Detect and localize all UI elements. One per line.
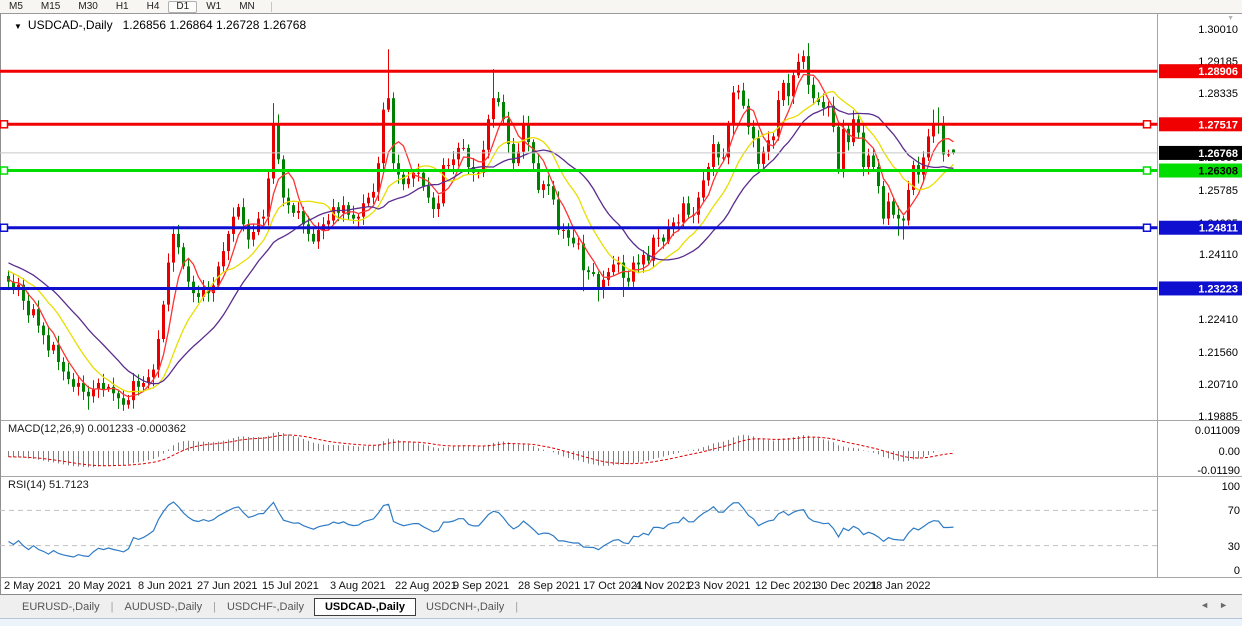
svg-text:1.28906: 1.28906 [1198,66,1238,78]
svg-text:17 Oct 2021: 17 Oct 2021 [583,580,643,592]
price-chart-canvas[interactable]: 1.274851.266601.249351.232601.300101.291… [0,13,1242,594]
chart-window: 1.274851.266601.249351.232601.300101.291… [0,13,1242,594]
svg-text:1.21560: 1.21560 [1198,347,1238,359]
svg-text:0.011009: 0.011009 [1195,425,1240,437]
tab-scroll-left-icon[interactable]: ◄ [1200,600,1219,610]
svg-text:1.19885: 1.19885 [1198,411,1238,423]
price-badge-1.27517: 1.27517 [1159,117,1242,131]
tab-scroll-right-icon[interactable]: ► [1219,600,1238,610]
svg-text:70: 70 [1228,505,1240,517]
macd-axis-labels: 0.011009 0.00 -0.01190 [1195,425,1240,477]
tab-usdcnh-daily[interactable]: USDCNH-,Daily [416,598,514,616]
svg-text:100: 100 [1222,481,1240,493]
price-badge-1.23223: 1.23223 [1159,281,1242,295]
line-anchor[interactable] [1,121,8,128]
svg-text:27 Jun 2021: 27 Jun 2021 [197,580,258,592]
ma-21-line [9,107,954,384]
line-anchor[interactable] [1,167,8,174]
price-badge-1.26308: 1.26308 [1159,164,1242,178]
svg-text:2 May 2021: 2 May 2021 [4,580,61,592]
svg-text:1.30010: 1.30010 [1198,24,1238,36]
tab-usdcad-daily[interactable]: USDCAD-,Daily [314,598,416,616]
svg-text:1.20710: 1.20710 [1198,379,1238,391]
svg-text:15 Jul 2021: 15 Jul 2021 [262,580,319,592]
rsi-axis-labels: 100 70 30 0 [1222,481,1240,577]
tab-separator: | [514,601,519,613]
svg-text:30: 30 [1228,541,1240,553]
timeframe-button-m30[interactable]: M30 [69,1,106,13]
tab-usdchf-daily[interactable]: USDCHF-,Daily [217,598,314,616]
price-badge-1.24811: 1.24811 [1159,221,1242,235]
date-axis-labels: 2 May 2021 20 May 2021 8 Jun 2021 27 Jun 20… [4,580,931,592]
status-bar [0,618,1242,626]
macd-histogram [9,432,954,467]
line-anchor[interactable] [1144,224,1151,231]
timeframe-toolbar: M5 M15 M30 H1 H4 D1 W1 MN [0,0,1242,14]
svg-text:1.27517: 1.27517 [1198,119,1238,131]
timeframe-button-w1[interactable]: W1 [197,1,230,13]
price-badge-1.26768: 1.26768 [1159,146,1242,160]
svg-text:1.26308: 1.26308 [1198,166,1238,178]
timeframe-button-mn[interactable]: MN [230,1,264,13]
svg-text:30 Dec 2021: 30 Dec 2021 [815,580,877,592]
svg-text:0.00: 0.00 [1219,446,1240,458]
chart-corner-marker-icon[interactable]: ▼ [1227,15,1234,22]
svg-text:4 Nov 2021: 4 Nov 2021 [635,580,691,592]
svg-text:1.25785: 1.25785 [1198,185,1238,197]
line-anchor[interactable] [1,224,8,231]
timeframe-button-m15[interactable]: M15 [32,1,69,13]
svg-text:1.28335: 1.28335 [1198,88,1238,100]
svg-text:9 Sep 2021: 9 Sep 2021 [453,580,509,592]
svg-text:1.22410: 1.22410 [1198,314,1238,326]
svg-text:23 Nov 2021: 23 Nov 2021 [688,580,750,592]
svg-text:28 Sep 2021: 28 Sep 2021 [518,580,580,592]
macd-signal-line [9,435,954,466]
svg-text:3 Aug 2021: 3 Aug 2021 [330,580,386,592]
svg-text:-0.01190: -0.01190 [1197,465,1240,477]
svg-text:12 Dec 2021: 12 Dec 2021 [755,580,817,592]
svg-text:1.24811: 1.24811 [1199,223,1238,235]
svg-text:1.23223: 1.23223 [1198,283,1238,295]
tab-audusd-daily[interactable]: AUDUSD-,Daily [114,598,212,616]
ma-12-line [9,92,954,392]
svg-text:8 Jun 2021: 8 Jun 2021 [138,580,192,592]
line-anchor[interactable] [1144,121,1151,128]
toolbar-separator [271,2,272,12]
svg-text:22 Aug 2021: 22 Aug 2021 [395,580,457,592]
chart-tab-strip: EURUSD-,Daily| AUDUSD-,Daily| USDCHF-,Da… [0,594,1242,619]
svg-text:1.26768: 1.26768 [1198,148,1238,160]
line-anchor[interactable] [1144,167,1151,174]
svg-text:18 Jan 2022: 18 Jan 2022 [870,580,931,592]
price-badge-1.28906: 1.28906 [1159,64,1242,78]
timeframe-button-m5[interactable]: M5 [0,1,32,13]
svg-text:0: 0 [1234,565,1240,577]
svg-text:20 May 2021: 20 May 2021 [68,580,132,592]
tab-eurusd-daily[interactable]: EURUSD-,Daily [12,598,110,616]
timeframe-button-d1[interactable]: D1 [168,1,197,13]
timeframe-button-h4[interactable]: H4 [138,1,169,13]
timeframe-button-h1[interactable]: H1 [107,1,138,13]
svg-text:1.24110: 1.24110 [1199,249,1238,261]
